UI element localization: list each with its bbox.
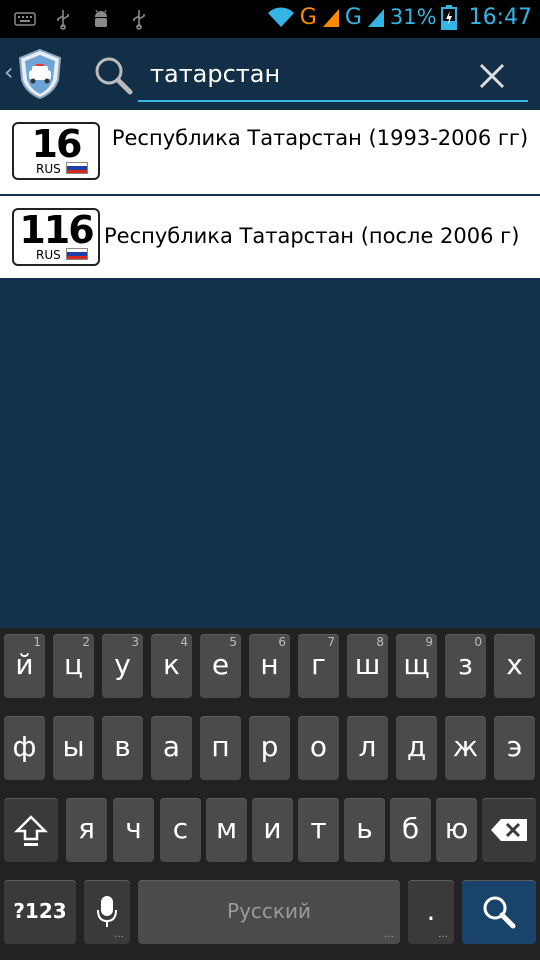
shift-key[interactable] bbox=[4, 798, 58, 862]
key[interactable]: м bbox=[206, 798, 247, 862]
key[interactable]: д bbox=[396, 716, 437, 780]
soft-keyboard: й1 ц2 у3 к4 е5 н6 г7 ш8 щ9 з0 х ф ы в а … bbox=[0, 628, 540, 960]
key[interactable]: ф bbox=[4, 716, 45, 780]
search-query-text[interactable]: татарстан bbox=[150, 60, 280, 88]
key[interactable]: л bbox=[347, 716, 388, 780]
app-logo-icon[interactable] bbox=[16, 48, 64, 100]
clock: 16:47 bbox=[468, 4, 532, 30]
key[interactable]: й1 bbox=[4, 634, 45, 698]
list-item[interactable]: 116 RUS Республика Татарстан (после 2006… bbox=[0, 196, 540, 278]
key[interactable]: и bbox=[252, 798, 293, 862]
key[interactable]: у3 bbox=[102, 634, 143, 698]
license-plate-image: 16 RUS bbox=[12, 122, 100, 180]
plate-country: RUS bbox=[36, 162, 61, 176]
up-caret-icon[interactable]: ‹ bbox=[4, 58, 14, 86]
search-icon bbox=[95, 57, 133, 95]
space-key[interactable]: Русский… bbox=[138, 880, 400, 944]
delete-key[interactable] bbox=[482, 798, 536, 862]
key[interactable]: щ9 bbox=[396, 634, 437, 698]
key[interactable]: п bbox=[200, 716, 241, 780]
key[interactable]: а bbox=[151, 716, 192, 780]
close-icon[interactable] bbox=[476, 60, 508, 92]
usb-icon bbox=[133, 10, 145, 30]
system-status: G G 31% 16:47 bbox=[266, 4, 532, 30]
search-icon bbox=[483, 896, 516, 929]
region-label: Республика Татарстан (после 2006 г) bbox=[104, 224, 520, 248]
shift-icon bbox=[14, 815, 48, 846]
russian-flag-icon bbox=[66, 248, 88, 260]
key[interactable]: г7 bbox=[298, 634, 339, 698]
battery-charging-icon bbox=[440, 5, 457, 30]
key[interactable]: н6 bbox=[249, 634, 290, 698]
key[interactable]: ж bbox=[445, 716, 486, 780]
action-bar: ‹ татарстан bbox=[0, 38, 540, 110]
search-key[interactable] bbox=[462, 880, 536, 944]
key[interactable]: х bbox=[494, 634, 535, 698]
voice-input-key[interactable]: … bbox=[84, 880, 130, 944]
keyboard-icon bbox=[14, 12, 36, 26]
key[interactable]: ц2 bbox=[53, 634, 94, 698]
mic-icon bbox=[97, 896, 117, 927]
signal-icon bbox=[367, 9, 384, 27]
key[interactable]: з0 bbox=[445, 634, 486, 698]
key[interactable]: ш8 bbox=[347, 634, 388, 698]
network-type-label: G bbox=[344, 4, 362, 30]
period-key[interactable]: .… bbox=[408, 880, 454, 944]
key[interactable]: е5 bbox=[200, 634, 241, 698]
key[interactable]: ь bbox=[344, 798, 385, 862]
key[interactable]: ч bbox=[113, 798, 154, 862]
region-label: Республика Татарстан (1993-2006 гг) bbox=[111, 126, 529, 150]
plate-country: RUS bbox=[36, 248, 61, 262]
android-debug-icon bbox=[95, 9, 107, 27]
key[interactable]: б bbox=[390, 798, 431, 862]
key[interactable]: т bbox=[298, 798, 339, 862]
battery-percent: 31% bbox=[389, 5, 437, 29]
list-item[interactable]: 16 RUS Республика Татарстан (1993-2006 г… bbox=[0, 110, 540, 194]
plate-number: 116 bbox=[19, 208, 94, 252]
signal-icon bbox=[322, 9, 339, 27]
key[interactable]: в bbox=[102, 716, 143, 780]
usb-icon bbox=[57, 10, 69, 30]
symbols-mode-key[interactable]: ?123 bbox=[4, 880, 76, 944]
key[interactable]: я bbox=[66, 798, 107, 862]
status-bar: G G 31% 16:47 bbox=[0, 0, 540, 38]
delete-icon bbox=[491, 819, 527, 841]
key[interactable]: ы bbox=[53, 716, 94, 780]
key[interactable]: р bbox=[249, 716, 290, 780]
search-input[interactable]: татарстан bbox=[138, 54, 528, 102]
license-plate-image: 116 RUS bbox=[12, 208, 100, 266]
plate-number: 16 bbox=[31, 122, 83, 166]
key[interactable]: ю bbox=[436, 798, 477, 862]
wifi-icon bbox=[267, 7, 294, 27]
key[interactable]: к4 bbox=[151, 634, 192, 698]
results-list: 16 RUS Республика Татарстан (1993-2006 г… bbox=[0, 110, 540, 630]
notification-icons bbox=[14, 8, 150, 30]
key[interactable]: о bbox=[298, 716, 339, 780]
key[interactable]: с bbox=[160, 798, 201, 862]
network-type-label: G bbox=[299, 4, 317, 30]
key[interactable]: э bbox=[494, 716, 535, 780]
russian-flag-icon bbox=[66, 162, 88, 174]
